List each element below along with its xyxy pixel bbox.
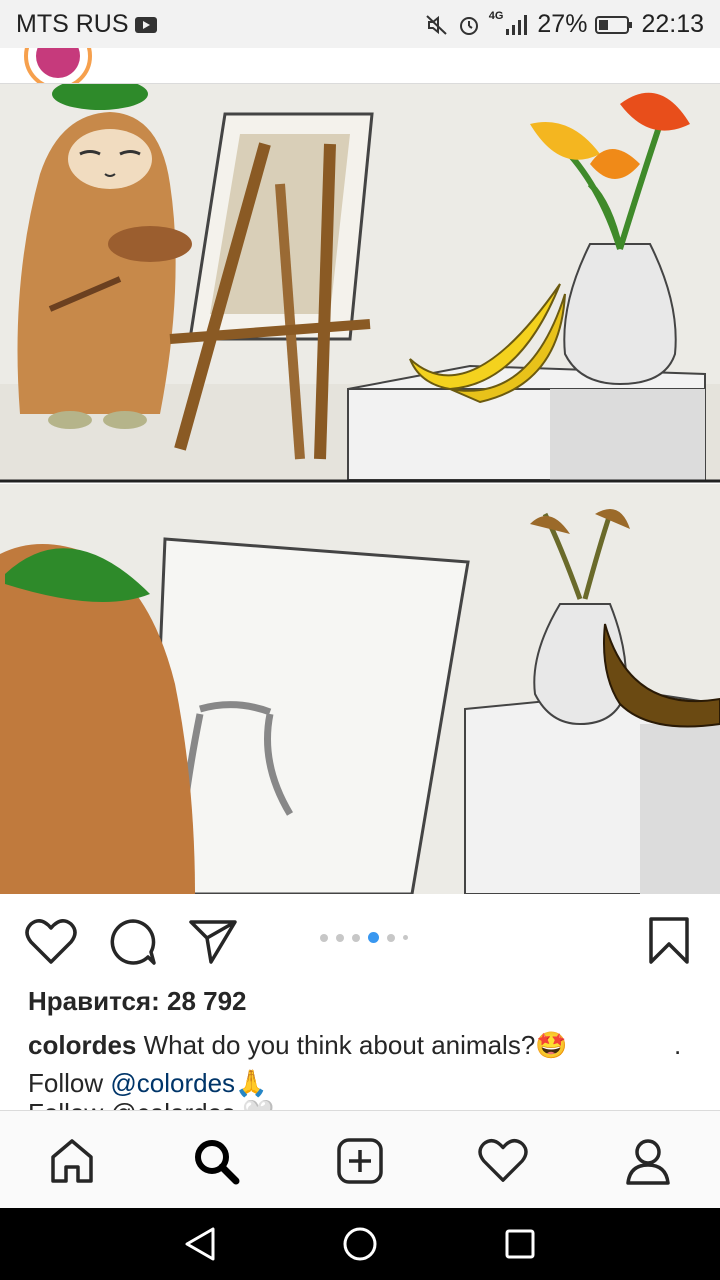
caption-emoji: 🤩 [535,1030,568,1060]
bottom-nav [0,1110,720,1208]
like-button[interactable] [24,916,78,968]
battery-percent: 27% [537,10,588,38]
carousel-indicator [320,932,408,943]
heart-outline-icon [478,1139,528,1182]
carousel-dot [387,933,395,942]
avatar[interactable] [24,48,92,83]
like-count[interactable]: Нравится: 28 792 [28,986,247,1017]
add-post-icon [337,1138,383,1184]
status-bar: MTS RUS 4G 27% 22:13 [0,0,720,48]
notification-icon [134,16,157,33]
post-header [0,48,720,84]
search-icon [195,1140,240,1185]
system-back-button[interactable] [180,1224,220,1264]
follow-mention-link[interactable]: @colordes [110,1068,235,1098]
alarm-icon [459,16,478,35]
caption-cut-text: Follow @colordes 🤍 [28,1100,275,1110]
mute-icon [426,14,447,35]
nav-search[interactable] [186,1131,246,1191]
system-home-button[interactable] [340,1224,380,1264]
system-recents-button[interactable] [500,1224,540,1264]
heart-icon [25,919,77,964]
caption-cut-line: Follow @colordes 🤍 [28,1100,275,1110]
home-circle-icon [343,1227,377,1261]
recents-square-icon [505,1229,535,1259]
share-button[interactable] [186,916,240,968]
save-button[interactable] [642,914,696,968]
comment-button[interactable] [106,916,160,968]
nav-home[interactable] [42,1131,102,1191]
send-icon [189,920,237,964]
carousel-dot [403,935,408,940]
bookmark-icon [649,917,689,964]
follow-emoji: 🙏 [235,1068,268,1098]
nav-profile[interactable] [618,1131,678,1191]
caption-dot: . [674,1030,682,1060]
caption-username[interactable]: colordes [28,1030,136,1060]
comment-icon [110,919,156,965]
carousel-dot-active [368,932,379,943]
signal-icon [506,14,528,35]
nav-activity[interactable] [473,1131,533,1191]
carrier: MTS RUS [16,10,157,39]
carousel-dot [352,933,360,942]
post-illustration [0,84,720,894]
profile-icon [626,1139,670,1185]
system-nav-bar [0,1208,720,1280]
nav-new-post[interactable] [330,1131,390,1191]
back-triangle-icon [185,1227,215,1261]
network-type: 4G [488,10,504,22]
status-icons: 4G 27% 22:13 [425,10,704,39]
carousel-dot [320,933,328,942]
battery-icon [595,15,633,34]
home-icon [51,1139,93,1183]
carousel-dot [336,933,344,942]
follow-label: Follow [28,1068,111,1098]
caption-text: What do you think about animals? [136,1030,536,1060]
carrier-label: MTS RUS [16,10,129,38]
post-image[interactable] [0,84,720,894]
clock: 22:13 [641,10,704,38]
post-caption: colordes What do you think about animals… [28,1026,698,1102]
